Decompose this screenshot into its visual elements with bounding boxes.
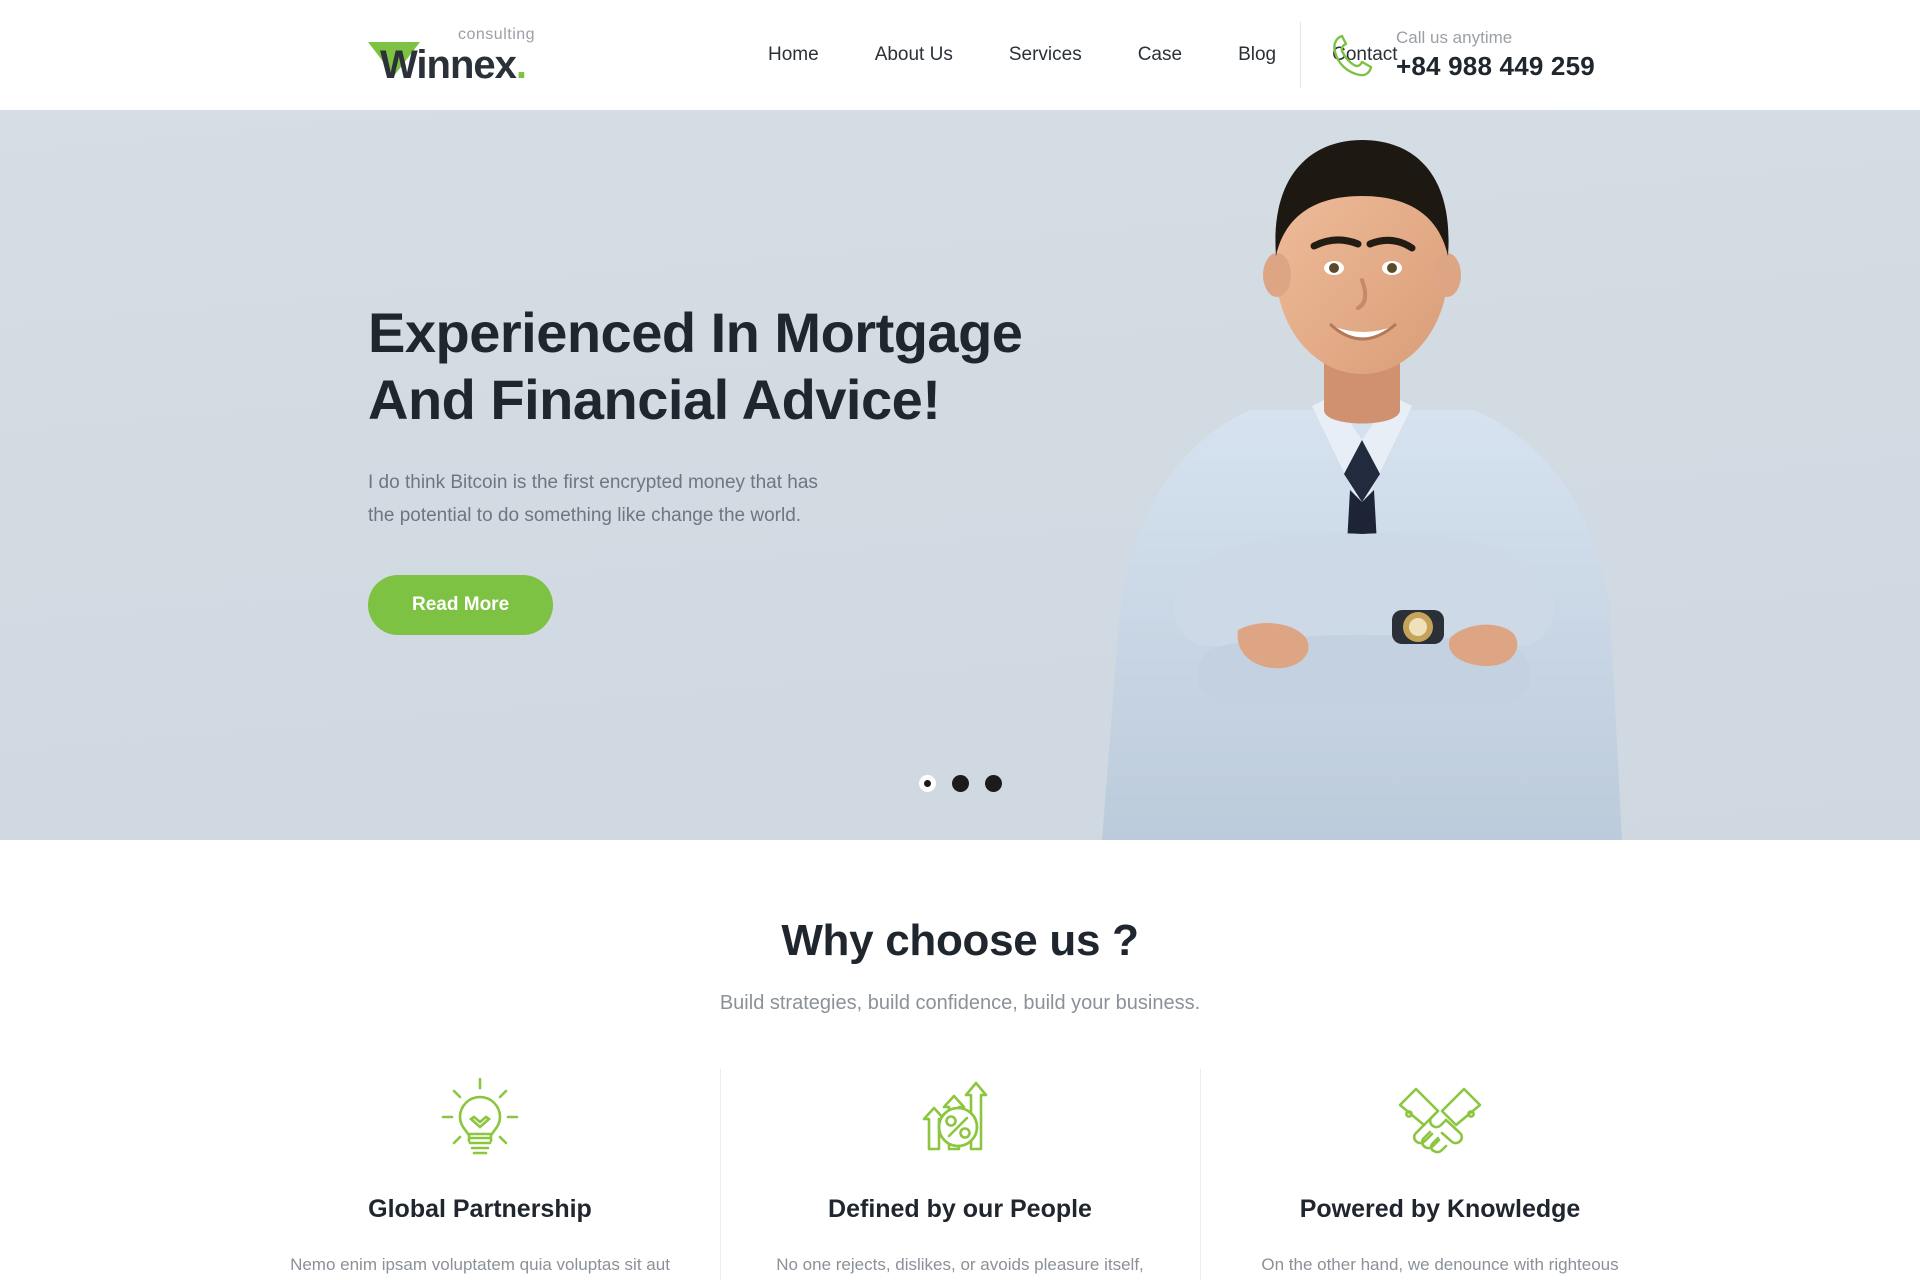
nav-item-services[interactable]: Services [981, 44, 1110, 66]
nav-item-about-us[interactable]: About Us [847, 44, 981, 66]
site-logo[interactable]: consulting Winnex. [368, 26, 558, 90]
nav-item-home[interactable]: Home [740, 44, 847, 66]
feature-title: Powered by Knowledge [1299, 1195, 1581, 1223]
feature-item-global-partnership: Global Partnership Nemo enim ipsam volup… [240, 1073, 720, 1280]
logo-dot: . [515, 43, 527, 87]
main-navigation: Home About Us Services Case Blog Contact [740, 0, 1426, 110]
slider-dot-2[interactable] [951, 775, 969, 792]
hero-content: Experienced In Mortgage And Financial Ad… [368, 300, 1128, 635]
logo-name-text: Winnex [380, 43, 517, 87]
logo-wordmark: Winnex. [380, 43, 527, 88]
section-title: Why choose us ? [781, 916, 1139, 965]
slider-dot-1[interactable] [918, 775, 936, 792]
hero-photo-businessman [1102, 140, 1622, 840]
growth-percent-icon [760, 1073, 1160, 1161]
header-contact: Call us anytime +84 988 449 259 [1330, 28, 1595, 82]
feature-text: Nemo enim ipsam voluptatem quia voluptas… [290, 1255, 670, 1274]
site-header: consulting Winnex. Home About Us Service… [0, 0, 1920, 110]
feature-item-powered-by-knowledge: Powered by Knowledge On the other hand, … [1200, 1069, 1680, 1280]
header-contact-text: Call us anytime +84 988 449 259 [1396, 28, 1595, 82]
nav-item-blog[interactable]: Blog [1210, 44, 1304, 66]
feature-list: Global Partnership Nemo enim ipsam volup… [240, 1069, 1680, 1280]
hero-title-line-2: And Financial Advice! [368, 367, 941, 431]
slider-pagination [0, 775, 1920, 792]
contact-label: Call us anytime [1396, 28, 1513, 47]
feature-title: Defined by our People [828, 1195, 1092, 1223]
nav-item-case[interactable]: Case [1110, 44, 1210, 66]
feature-item-defined-by-our-people: Defined by our People No one rejects, di… [720, 1069, 1200, 1280]
section-subtitle: Build strategies, build confidence, buil… [719, 992, 1201, 1014]
header-divider [1300, 22, 1301, 88]
hero-slider: Experienced In Mortgage And Financial Ad… [0, 110, 1920, 840]
why-choose-us-section: Why choose us ? Build strategies, build … [0, 840, 1920, 1280]
slider-dot-3[interactable] [984, 775, 1002, 792]
handshake-icon [1240, 1073, 1640, 1161]
hero-subtitle: I do think Bitcoin is the first encrypte… [368, 472, 818, 526]
contact-phone-number[interactable]: +84 988 449 259 [1396, 51, 1595, 82]
feature-text: No one rejects, dislikes, or avoids plea… [776, 1255, 1144, 1274]
feature-title: Global Partnership [368, 1195, 592, 1223]
feature-text: On the other hand, we denounce with righ… [1261, 1255, 1619, 1274]
hero-title-line-1: Experienced In Mortgage [368, 301, 1023, 364]
phone-icon [1330, 32, 1374, 78]
lightbulb-icon [280, 1073, 680, 1161]
read-more-button[interactable]: Read More [368, 574, 554, 635]
hero-title: Experienced In Mortgage And Financial Ad… [368, 300, 1128, 433]
logo-tagline: consulting [458, 26, 536, 43]
